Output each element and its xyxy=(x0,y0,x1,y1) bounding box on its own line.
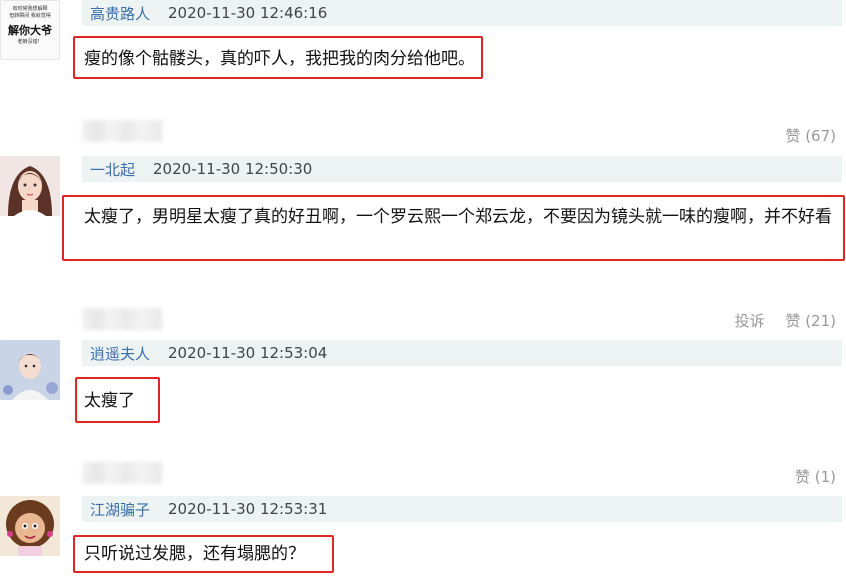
blurred-username xyxy=(82,120,162,142)
username[interactable]: 江湖骗子 xyxy=(90,499,150,520)
comment-text: 太瘦了，男明星太瘦了真的好丑啊，一个罗云熙一个郑云龙，不要因为镜头就一味的瘦啊，… xyxy=(84,207,832,227)
comment-text: 太瘦了 xyxy=(84,391,135,411)
avatar[interactable] xyxy=(0,496,60,556)
report-button[interactable]: 投诉 xyxy=(735,312,765,330)
comment-text: 只听说过发腮，还有塌腮的？ xyxy=(84,544,305,564)
avatar-caption-1: 有时候我想解释 xyxy=(12,6,48,12)
comment-actions: 赞 (1) xyxy=(779,466,836,487)
like-button[interactable]: 赞 (21) xyxy=(785,312,836,330)
avatar-portrait-icon xyxy=(0,156,60,216)
avatar-portrait-icon xyxy=(0,340,60,400)
like-button[interactable]: 赞 (1) xyxy=(795,468,836,486)
blurred-username xyxy=(82,462,162,484)
avatar-cartoon-icon xyxy=(0,496,60,556)
avatar-caption-3: 老娘没错！ xyxy=(17,39,43,45)
comment-meta: 一北起 2020-11-30 12:50:30 xyxy=(82,156,842,182)
avatar[interactable] xyxy=(0,340,60,400)
timestamp: 2020-11-30 12:50:30 xyxy=(153,160,313,178)
timestamp: 2020-11-30 12:53:04 xyxy=(168,344,328,362)
username[interactable]: 一北起 xyxy=(90,159,135,180)
like-button[interactable]: 赞 (67) xyxy=(785,127,836,145)
comment-text: 瘦的像个骷髅头，真的吓人，我把我的肉分给他吧。 xyxy=(84,49,475,69)
comment-actions: 投诉 赞 (21) xyxy=(719,310,836,331)
comment-meta: 高贵路人 2020-11-30 12:46:16 xyxy=(82,0,842,26)
timestamp: 2020-11-30 12:53:31 xyxy=(168,500,328,518)
timestamp: 2020-11-30 12:46:16 xyxy=(168,4,328,22)
comment-meta: 江湖骗子 2020-11-30 12:53:31 xyxy=(82,496,842,522)
username[interactable]: 逍遥夫人 xyxy=(90,343,150,364)
avatar[interactable]: 有时候我想解释 但转瞬间 我就觉得 解你大爷 老娘没错！ xyxy=(0,0,60,60)
blurred-username xyxy=(82,308,162,330)
username[interactable]: 高贵路人 xyxy=(90,3,150,24)
avatar[interactable] xyxy=(0,156,60,216)
comment-actions: 赞 (67) xyxy=(769,125,836,146)
avatar-caption-big: 解你大爷 xyxy=(8,24,52,37)
avatar-caption-2: 但转瞬间 我就觉得 xyxy=(9,13,51,19)
comment-meta: 逍遥夫人 2020-11-30 12:53:04 xyxy=(82,340,842,366)
